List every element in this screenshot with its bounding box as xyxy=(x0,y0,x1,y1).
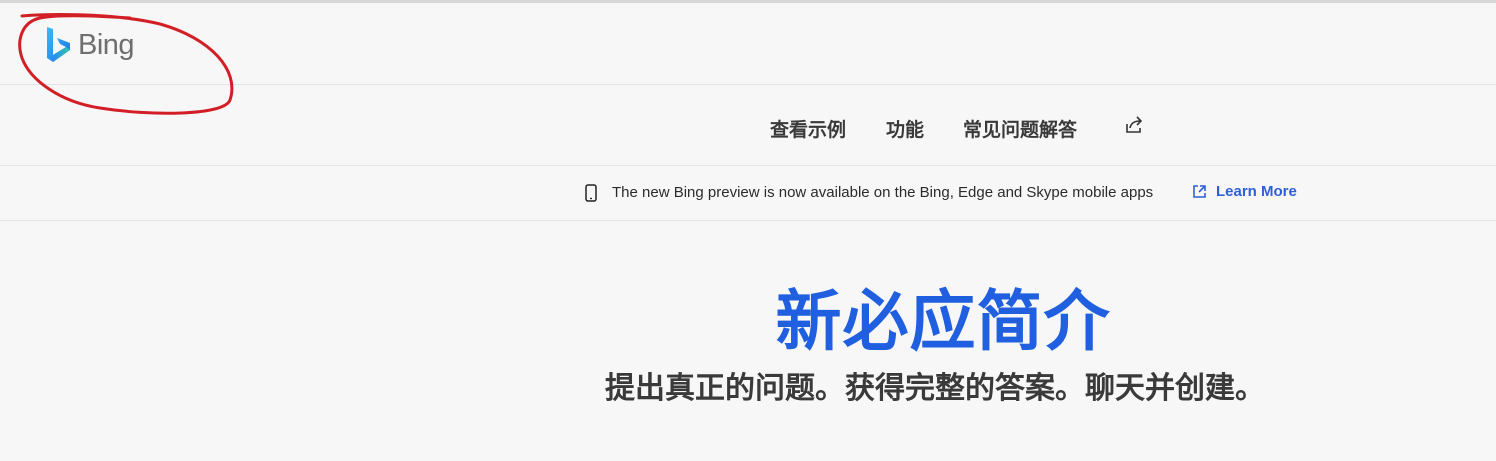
nav-item-features[interactable]: 功能 xyxy=(886,115,924,142)
page: Bing 查看示例 功能 常见问题解答 The new Bing preview… xyxy=(0,0,1496,461)
mobile-phone-icon xyxy=(585,184,597,202)
nav-item-examples[interactable]: 查看示例 xyxy=(770,115,846,142)
hero-title: 新必应简介 xyxy=(775,283,1111,360)
learn-more-link[interactable]: Learn More xyxy=(1192,183,1297,200)
learn-more-label: Learn More xyxy=(1216,183,1297,200)
logo-bar: Bing xyxy=(0,3,1496,85)
logo-text: Bing xyxy=(78,28,135,61)
mobile-apps-banner: The new Bing preview is now available on… xyxy=(0,166,1496,221)
banner-text: The new Bing preview is now available on… xyxy=(612,184,1154,201)
nav-bar: 查看示例 功能 常见问题解答 xyxy=(0,85,1496,166)
bing-b-icon xyxy=(47,27,70,62)
bing-logo[interactable]: Bing xyxy=(42,25,135,65)
share-icon[interactable] xyxy=(1123,114,1145,136)
nav-item-faq[interactable]: 常见问题解答 xyxy=(963,115,1077,142)
hero-subtitle: 提出真正的问题。获得完整的答案。聊天并创建。 xyxy=(605,371,1265,406)
external-link-icon xyxy=(1193,185,1206,198)
